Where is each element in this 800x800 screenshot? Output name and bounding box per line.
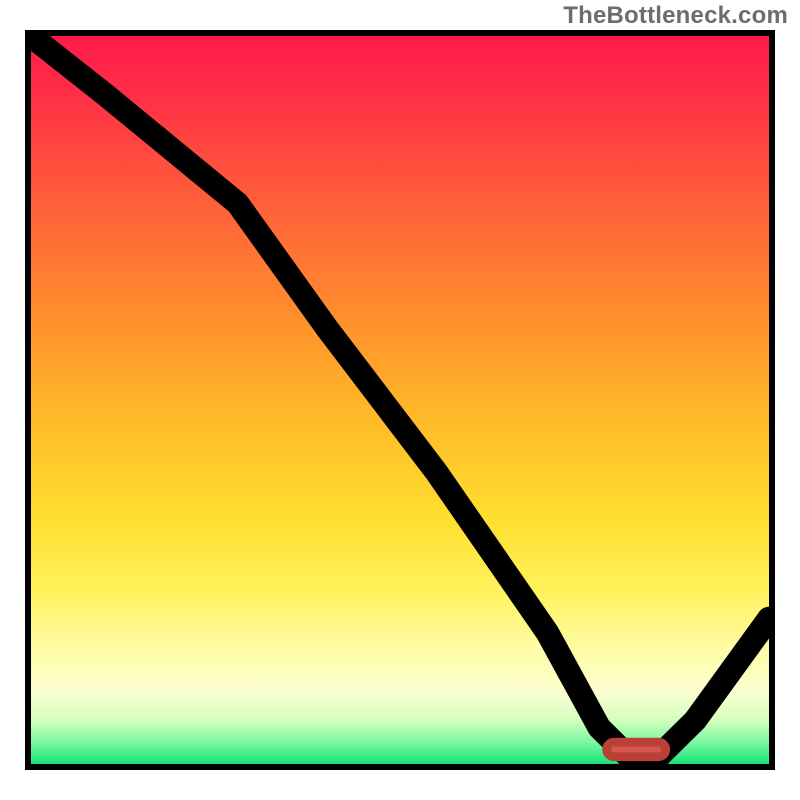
watermark-text: TheBottleneck.com xyxy=(563,2,788,30)
optimal-marker xyxy=(607,742,666,757)
chart-svg xyxy=(31,36,769,764)
plot-area xyxy=(25,30,775,770)
chart-frame: TheBottleneck.com xyxy=(0,0,800,800)
bottleneck-curve xyxy=(31,36,769,757)
